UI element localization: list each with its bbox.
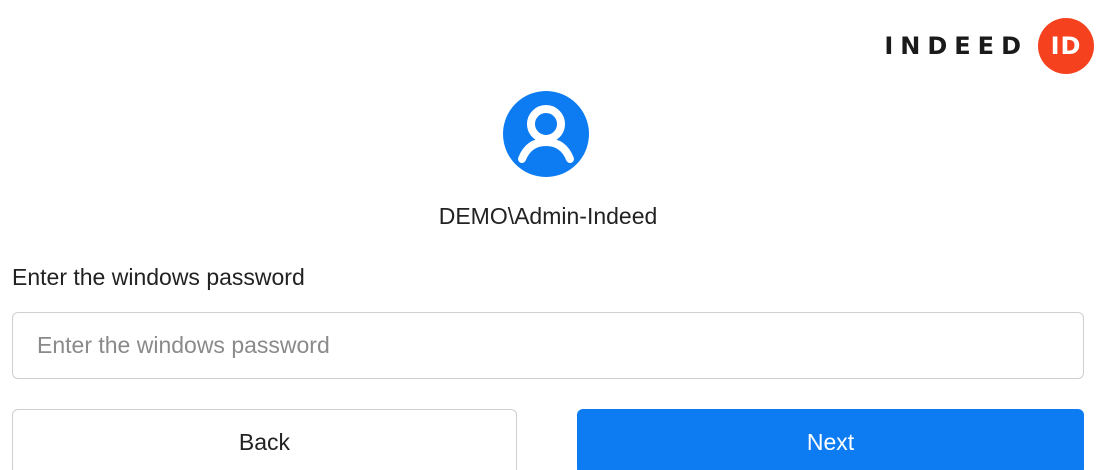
logo-badge: ID bbox=[1038, 18, 1094, 74]
next-button[interactable]: Next bbox=[577, 409, 1084, 470]
user-avatar-icon bbox=[503, 91, 589, 177]
login-page: INDEED ID DEMO\Admin-Indeed Enter the wi… bbox=[0, 0, 1096, 470]
indeed-id-logo: INDEED ID bbox=[884, 18, 1094, 74]
password-field-label: Enter the windows password bbox=[12, 264, 305, 290]
password-input[interactable] bbox=[12, 312, 1084, 379]
back-button[interactable]: Back bbox=[12, 409, 517, 470]
logo-text: INDEED bbox=[884, 32, 1028, 60]
username-label: DEMO\Admin-Indeed bbox=[438, 203, 658, 229]
